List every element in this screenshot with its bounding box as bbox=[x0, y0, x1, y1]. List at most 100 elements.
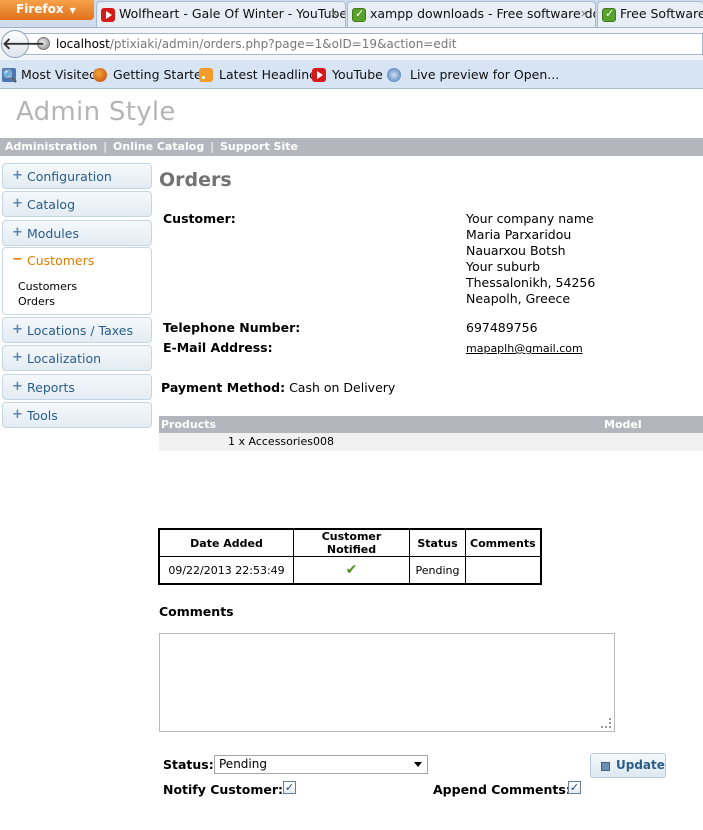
address-line: Maria Parxaridou bbox=[466, 227, 572, 242]
bookmark-getting-started[interactable]: Getting Started bbox=[113, 67, 210, 82]
col-date-added: Date Added bbox=[159, 529, 294, 557]
col-comments: Comments bbox=[465, 529, 541, 557]
plus-icon: + bbox=[12, 350, 23, 365]
bookmarks-toolbar: Most Visited Getting Started Latest Head… bbox=[0, 60, 703, 89]
plus-icon: + bbox=[12, 407, 23, 422]
email-link[interactable]: mapaplh@gmail.com bbox=[466, 342, 583, 355]
close-icon[interactable]: × bbox=[330, 7, 339, 20]
products-table: Products Model 1 x Accessories008 bbox=[159, 416, 703, 451]
browser-tab-xampp[interactable]: xampp downloads - Free software do... × bbox=[347, 1, 596, 27]
status-label: Status: bbox=[163, 757, 214, 772]
plus-icon: + bbox=[12, 322, 23, 337]
sidebar-item-localization[interactable]: + Localization bbox=[2, 345, 152, 371]
bookmark-live-preview[interactable]: Live preview for Open... bbox=[410, 67, 559, 82]
address-line: Nauarxou Botsh bbox=[466, 243, 566, 258]
page-title: Orders bbox=[159, 169, 232, 191]
menu-administration[interactable]: Administration bbox=[5, 140, 97, 153]
sidebar-item-locations-taxes[interactable]: + Locations / Taxes bbox=[2, 317, 152, 343]
sidebar-item-label: Modules bbox=[27, 226, 79, 241]
sidebar-group-customers: − Customers Customers Orders bbox=[2, 247, 152, 315]
sidebar-item-label: Localization bbox=[27, 351, 102, 366]
bookmark-latest-headlines[interactable]: Latest Headlines bbox=[219, 67, 323, 82]
notify-customer-checkbox[interactable]: ✓ bbox=[283, 781, 296, 794]
url-bar[interactable]: localhost/ptixiaki/admin/orders.php?page… bbox=[24, 33, 703, 55]
sidebar-item-tools[interactable]: + Tools bbox=[2, 402, 152, 428]
sidebar-item-label: Catalog bbox=[27, 197, 76, 212]
history-notified: ✔ bbox=[293, 556, 410, 584]
sidebar-item-label: Customers bbox=[27, 253, 95, 268]
bookmark-most-visited[interactable]: Most Visited bbox=[21, 67, 97, 82]
most-visited-icon bbox=[2, 68, 16, 82]
sidebar-item-label: Tools bbox=[27, 408, 58, 423]
update-button[interactable]: Update bbox=[590, 753, 666, 778]
payment-value: Cash on Delivery bbox=[289, 380, 396, 395]
col-customer-notified: Customer Notified bbox=[293, 529, 410, 557]
products-table-header: Products Model bbox=[159, 416, 703, 433]
sidebar-item-label: Reports bbox=[27, 380, 75, 395]
email-label: E-Mail Address: bbox=[163, 340, 273, 355]
telephone-label: Telephone Number: bbox=[163, 320, 301, 335]
plus-icon: + bbox=[12, 225, 23, 240]
browser-tab-free-software[interactable]: Free Software D bbox=[597, 1, 703, 27]
notify-customer-label: Notify Customer: bbox=[163, 782, 283, 797]
tab-title: Wolfheart - Gale Of Winter - YouTube bbox=[119, 6, 346, 21]
comments-textarea[interactable] bbox=[159, 633, 615, 732]
address-line: Neapolh, Greece bbox=[466, 291, 571, 306]
live-preview-icon bbox=[387, 68, 401, 82]
firefox-icon bbox=[93, 68, 107, 82]
checkmark-icon: ✓ bbox=[569, 781, 580, 794]
append-comments-label: Append Comments: bbox=[433, 782, 571, 797]
tab-title: Free Software D bbox=[620, 6, 703, 21]
xampp-icon bbox=[602, 7, 616, 22]
rss-icon bbox=[199, 68, 213, 82]
table-row: 1 x Accessories008 bbox=[159, 433, 703, 451]
site-title: Admin Style bbox=[16, 97, 176, 127]
chevron-down-icon bbox=[414, 762, 422, 767]
firefox-menu-button[interactable]: Firefox ▼ bbox=[0, 0, 94, 20]
col-status: Status bbox=[409, 529, 466, 557]
customer-label: Customer: bbox=[163, 211, 236, 226]
address-line: Your company name bbox=[466, 211, 594, 226]
sidebar-item-configuration[interactable]: + Configuration bbox=[2, 163, 152, 189]
sidebar-subitem-orders[interactable]: Orders bbox=[18, 295, 55, 308]
address-line: Thessalonikh, 54256 bbox=[466, 275, 596, 290]
history-date: 09/22/2013 22:53:49 bbox=[159, 556, 294, 584]
sidebar-item-catalog[interactable]: + Catalog bbox=[2, 191, 152, 217]
append-comments-checkbox[interactable]: ✓ bbox=[568, 781, 581, 794]
youtube-icon bbox=[101, 8, 115, 22]
comments-label: Comments bbox=[159, 604, 234, 619]
close-icon[interactable]: × bbox=[580, 7, 589, 20]
status-history-table: Date Added Customer Notified Status Comm… bbox=[158, 528, 542, 585]
menu-online-catalog[interactable]: Online Catalog bbox=[113, 140, 204, 153]
address-line: Your suburb bbox=[466, 259, 541, 274]
plus-icon: + bbox=[12, 379, 23, 394]
plus-icon: + bbox=[12, 196, 23, 211]
sidebar-item-reports[interactable]: + Reports bbox=[2, 374, 152, 400]
sidebar-item-customers[interactable]: − Customers bbox=[3, 248, 151, 274]
top-menu: Administration | Online Catalog | Support Si… bbox=[0, 138, 703, 156]
tab-title: xampp downloads - Free software do... bbox=[370, 6, 596, 21]
url-host: localhost bbox=[56, 37, 110, 51]
url-path: /ptixiaki/admin/orders.php?page=1&oID=19… bbox=[109, 37, 457, 51]
menu-support-site[interactable]: Support Site bbox=[220, 140, 298, 153]
history-status: Pending bbox=[409, 556, 466, 584]
bookmark-youtube[interactable]: YouTube bbox=[332, 67, 383, 82]
payment-method: Payment Method: Cash on Delivery bbox=[161, 380, 395, 395]
browser-tab-bar: Firefox ▼ Wolfheart - Gale Of Winter - Yo… bbox=[0, 0, 703, 28]
history-comments bbox=[465, 556, 541, 584]
browser-tab-youtube[interactable]: Wolfheart - Gale Of Winter - YouTube × bbox=[96, 1, 346, 27]
status-selected-value: Pending bbox=[219, 757, 267, 771]
sidebar-subitem-customers[interactable]: Customers bbox=[18, 280, 77, 293]
youtube-icon bbox=[312, 68, 326, 82]
sidebar-item-label: Configuration bbox=[27, 169, 112, 184]
back-button[interactable]: 🡐 bbox=[1, 30, 45, 58]
table-header-row: Date Added Customer Notified Status Comm… bbox=[159, 529, 541, 557]
sidebar-item-label: Locations / Taxes bbox=[27, 323, 133, 338]
sidebar-item-modules[interactable]: + Modules bbox=[2, 220, 152, 246]
model-header: Model bbox=[604, 418, 642, 431]
customer-address: Your company name Maria Parxaridou Nauar… bbox=[466, 211, 595, 307]
status-select[interactable]: Pending bbox=[214, 755, 428, 774]
resize-grip-icon[interactable] bbox=[601, 718, 611, 728]
checkmark-icon: ✓ bbox=[284, 781, 295, 794]
menu-separator: | bbox=[103, 140, 108, 153]
